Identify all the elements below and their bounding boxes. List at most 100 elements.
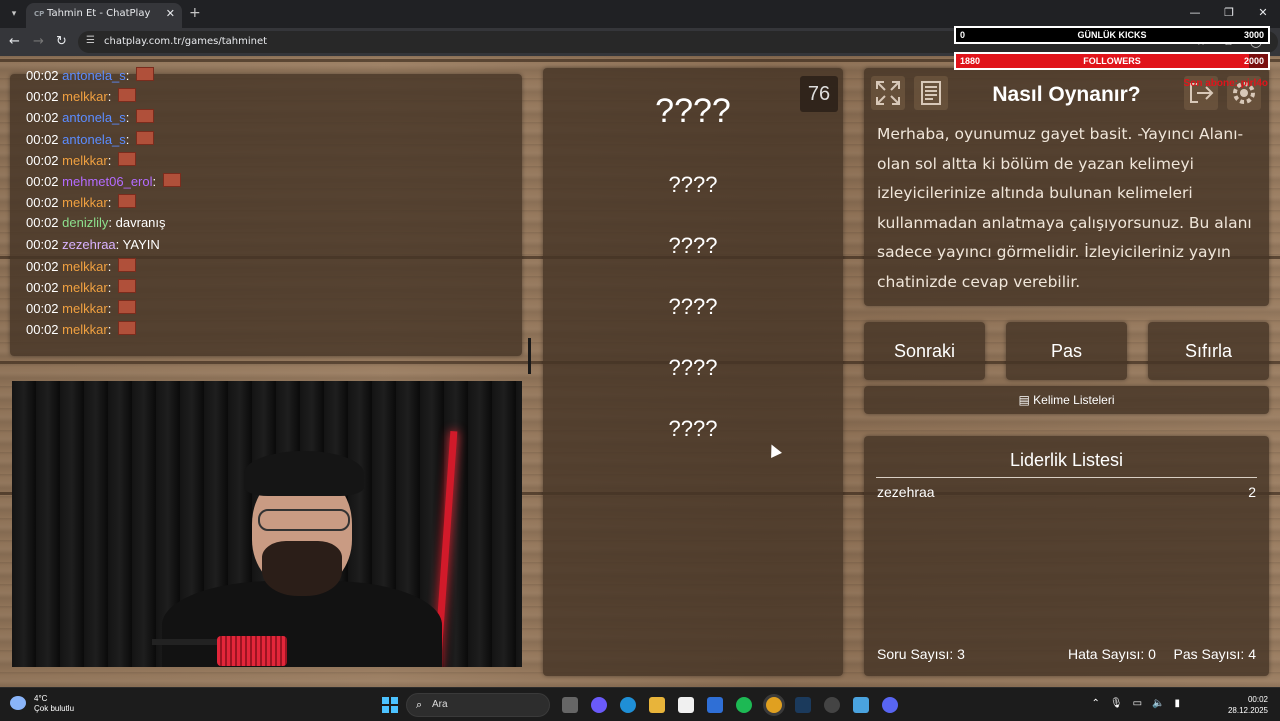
- emote-icon: [117, 257, 136, 272]
- game-page: 00:02 antonela_s: 00:02 melkkar: 00:02 a…: [0, 56, 1280, 687]
- tab-search-button[interactable]: ▾: [6, 6, 22, 22]
- emote-icon: [117, 151, 136, 166]
- volume-icon[interactable]: 🔈: [1152, 698, 1164, 709]
- task-view-icon[interactable]: [562, 697, 578, 713]
- chat-username[interactable]: melkkar: [62, 259, 108, 274]
- chat-username[interactable]: melkkar: [62, 301, 108, 316]
- chat-message: 00:02 antonela_s:: [26, 67, 155, 83]
- chat-timestamp: 00:02: [26, 258, 59, 274]
- minimize-button[interactable]: —: [1178, 0, 1212, 28]
- main-word: ????: [655, 92, 731, 130]
- reset-button[interactable]: Sıfırla: [1148, 322, 1269, 380]
- chat-message: 00:02 melkkar:: [26, 257, 136, 274]
- chat-timestamp: 00:02: [26, 174, 59, 189]
- cloud-icon: [10, 696, 26, 710]
- search-icon: ⌕: [416, 698, 423, 711]
- weather-desc: Çok bulutlu: [34, 704, 75, 713]
- reload-button[interactable]: ↻: [56, 34, 67, 49]
- chat-message: 00:02 zezehraa: YAYIN: [26, 236, 160, 252]
- clock-date: 28.12.2025: [1227, 706, 1268, 715]
- tray-chevron-icon[interactable]: ⌃: [1091, 698, 1099, 709]
- new-tab-button[interactable]: +: [189, 5, 201, 21]
- kicks-label: GÜNLÜK KICKS: [1077, 30, 1147, 40]
- chat-username[interactable]: denizlily: [62, 215, 108, 230]
- network-icon[interactable]: ▭: [1133, 698, 1142, 709]
- chat-username[interactable]: melkkar: [62, 322, 108, 337]
- restore-button[interactable]: ❐: [1212, 0, 1246, 28]
- back-button[interactable]: ←: [9, 34, 20, 49]
- edge-icon[interactable]: [620, 697, 636, 713]
- obs-icon[interactable]: [824, 697, 840, 713]
- chat-username[interactable]: mehmet06_erol: [62, 174, 152, 189]
- chat-message: 00:02 denizlily: davranış: [26, 215, 166, 231]
- clock[interactable]: 00:02 28.12.2025: [1228, 694, 1268, 716]
- file-explorer-icon[interactable]: [649, 697, 665, 713]
- followers-goal: 2000: [1243, 56, 1264, 66]
- player-name: zezehraa: [877, 484, 935, 500]
- word-lists-button[interactable]: ▤ Kelime Listeleri: [864, 386, 1269, 414]
- webcam-feed: [12, 381, 522, 667]
- chat-timestamp: 00:02: [26, 152, 59, 168]
- site-info-icon[interactable]: ☰: [86, 35, 95, 46]
- mic-icon[interactable]: 🎙: [1110, 698, 1123, 709]
- taskbar-search[interactable]: ⌕ Ara: [406, 693, 550, 717]
- timer: 76: [800, 76, 838, 112]
- question-count: Soru Sayısı: 3: [877, 646, 965, 662]
- tab-title: Tahmin Et - ChatPlay: [47, 8, 151, 19]
- mail-icon[interactable]: [707, 697, 723, 713]
- steam-icon[interactable]: [795, 697, 811, 713]
- forbidden-word: ????: [668, 233, 718, 258]
- forbidden-word: ????: [668, 172, 718, 197]
- chat-message: 00:02 melkkar:: [26, 151, 136, 168]
- windows-start-icon[interactable]: [382, 697, 398, 713]
- chat-message: 00:02 melkkar:: [26, 300, 136, 316]
- next-button[interactable]: Sonraki: [864, 322, 985, 380]
- browser-tab[interactable]: CP Tahmin Et - ChatPlay ✕: [26, 3, 182, 28]
- how-to-play-text: Merhaba, oyunumuz gayet basit. -Yayıncı …: [877, 125, 1252, 291]
- emote-icon: [117, 300, 136, 315]
- chat-message: 00:02 melkkar:: [26, 321, 136, 337]
- emote-icon: [136, 67, 155, 81]
- copilot-icon[interactable]: [591, 697, 607, 713]
- discord-icon[interactable]: [882, 697, 898, 713]
- chat-text: YAYIN: [122, 236, 160, 252]
- chat-message: 00:02 antonela_s:: [26, 130, 155, 147]
- battery-icon[interactable]: ▮: [1174, 698, 1180, 709]
- chat-timestamp: 00:02: [26, 280, 59, 295]
- chat-username[interactable]: antonela_s: [62, 132, 126, 147]
- emote-icon: [117, 88, 136, 103]
- pass-count: Pas Sayısı: 4: [1173, 646, 1256, 662]
- app-icon[interactable]: [853, 697, 869, 713]
- error-count: Hata Sayısı: 0: [1068, 646, 1156, 662]
- spotify-icon[interactable]: [736, 697, 752, 713]
- close-window-button[interactable]: ✕: [1246, 0, 1280, 28]
- chat-username[interactable]: melkkar: [62, 89, 108, 104]
- chat-scrollbar[interactable]: [528, 338, 531, 374]
- chrome-icon[interactable]: [766, 697, 782, 713]
- followers-label: FOLLOWERS: [1083, 56, 1141, 66]
- tab-strip: ▾ CP Tahmin Et - ChatPlay ✕ + — ❐ ✕: [0, 0, 1280, 28]
- chat-username[interactable]: zezehraa: [62, 237, 115, 252]
- tab-close-icon[interactable]: ✕: [166, 7, 175, 20]
- weather-widget[interactable]: 4°C Çok bulutlu: [10, 694, 74, 714]
- forbidden-word: ????: [668, 294, 718, 319]
- store-icon[interactable]: [678, 697, 694, 713]
- pass-button[interactable]: Pas: [1006, 322, 1127, 380]
- chat-text: davranış: [115, 215, 166, 231]
- url-text[interactable]: chatplay.com.tr/games/tahminet: [104, 36, 267, 47]
- chat-timestamp: 00:02: [26, 195, 59, 211]
- divider: [876, 477, 1257, 478]
- weather-temp: 4°C: [34, 694, 48, 703]
- chat-username[interactable]: melkkar: [62, 195, 108, 210]
- leaderboard-panel: Liderlik Listesi zezehraa 2 Soru Sayısı:…: [864, 436, 1269, 676]
- chat-username[interactable]: melkkar: [62, 280, 108, 295]
- clock-time: 00:02: [1247, 695, 1268, 704]
- chat-timestamp: 00:02: [26, 131, 59, 147]
- forbidden-word: ????: [668, 355, 718, 380]
- forward-button[interactable]: →: [33, 34, 44, 49]
- chat-username[interactable]: antonela_s: [62, 110, 126, 125]
- emote-icon: [117, 321, 136, 336]
- chat-username[interactable]: antonela_s: [62, 68, 126, 83]
- chat-username[interactable]: melkkar: [62, 153, 108, 168]
- chat-timestamp: 00:02: [26, 301, 59, 317]
